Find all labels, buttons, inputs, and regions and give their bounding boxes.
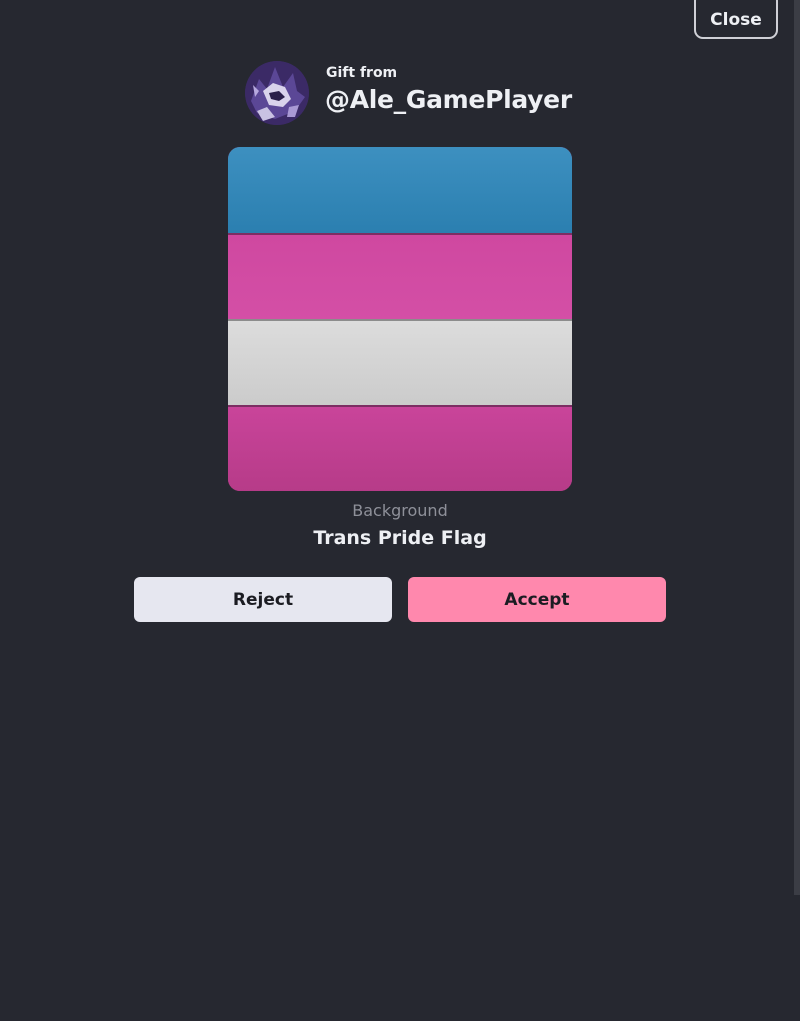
avatar: [245, 61, 309, 125]
accept-button[interactable]: Accept: [408, 577, 666, 622]
item-type-label: Background: [352, 501, 448, 520]
gift-preview-image: [228, 147, 572, 491]
flag-stripe-blue: [228, 147, 572, 233]
close-button[interactable]: Close: [694, 0, 778, 39]
item-name: Trans Pride Flag: [313, 527, 487, 549]
gift-from-label: Gift from: [326, 65, 398, 81]
reject-button[interactable]: Reject: [134, 577, 392, 622]
flag-stripe-pink-top: [228, 233, 572, 321]
scrollbar[interactable]: [794, 0, 800, 895]
avatar-image: [245, 61, 309, 125]
sender-username[interactable]: @Ale_GamePlayer: [325, 85, 572, 114]
flag-stripe-white: [228, 319, 572, 407]
flag-stripe-pink-bottom: [228, 405, 572, 491]
